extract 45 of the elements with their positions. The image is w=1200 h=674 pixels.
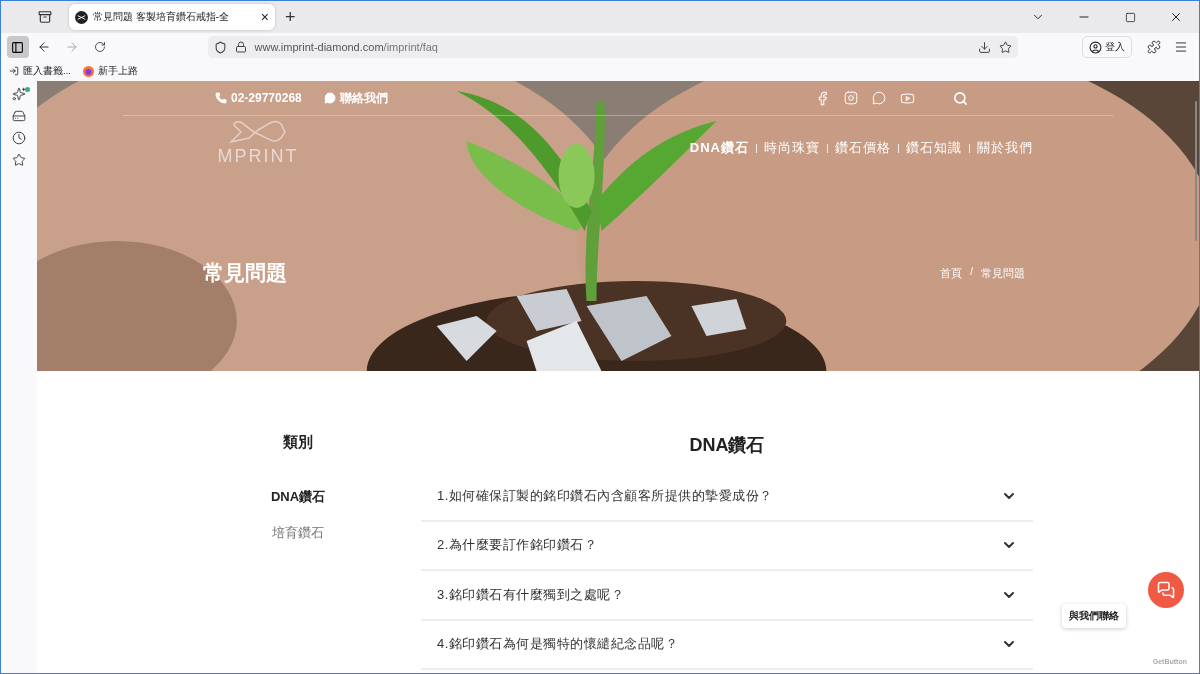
close-icon[interactable] <box>1169 10 1183 24</box>
faq-item[interactable]: 1.如何確保訂製的銘印鑽石內含顧客所提供的摯愛成份？ <box>421 472 1033 522</box>
address-bar[interactable]: www.imprint-diamond.com/imprint/faq <box>207 36 1018 58</box>
tab-title: 常見問題 客製培育鑽石戒指-全 <box>93 10 231 24</box>
sign-in-button[interactable]: 登入 <box>1081 36 1132 58</box>
chat-button[interactable] <box>1148 572 1184 608</box>
breadcrumb-separator: / <box>970 265 973 279</box>
back-icon[interactable] <box>37 40 52 54</box>
site-favicon <box>75 10 88 24</box>
phone-icon <box>215 92 227 104</box>
shield-icon[interactable] <box>213 40 227 54</box>
tab-close-button[interactable]: × <box>260 9 269 25</box>
lock-icon <box>234 41 247 53</box>
new-tab-button[interactable]: + <box>285 6 296 28</box>
faq-item[interactable]: 2.為什麼要訂作銘印鑽石？ <box>421 521 1033 571</box>
notification-dot <box>25 87 30 92</box>
drive-icon[interactable] <box>12 109 26 123</box>
browser-logo-icon <box>82 65 94 77</box>
menu-icon[interactable] <box>1174 40 1189 54</box>
faq-item[interactable]: 3.銘印鑽石有什麼獨到之處呢？ <box>421 571 1033 621</box>
page-title: 常見問題 <box>203 260 287 286</box>
browser-tab[interactable]: 常見問題 客製培育鑽石戒指-全 × <box>69 4 275 30</box>
bookmark-star-icon[interactable] <box>998 40 1012 54</box>
bookmarks-icon[interactable] <box>12 153 26 167</box>
bookmark-item[interactable]: 新手上路 <box>82 64 138 78</box>
sidebar-toggle-button[interactable] <box>7 36 29 58</box>
speech-bubble-icon <box>323 92 336 104</box>
category-link[interactable]: 培育鑽石 <box>272 524 324 542</box>
account-icon <box>1088 40 1102 54</box>
tab-overview-icon[interactable] <box>38 10 52 24</box>
faq-item[interactable]: 4.銘印鑽石為何是獨特的懷繾紀念品呢？ <box>421 620 1033 670</box>
history-icon[interactable] <box>12 131 26 145</box>
category-link[interactable]: DNA鑽石 <box>270 488 326 506</box>
extensions-icon[interactable] <box>1146 40 1161 54</box>
ai-sparkle-icon[interactable] <box>12 87 26 101</box>
faq-heading: DNA鑽石 <box>688 434 766 457</box>
download-page-icon[interactable] <box>977 40 991 54</box>
maximize-icon[interactable] <box>1124 11 1136 23</box>
chat-icon <box>1157 581 1175 599</box>
import-icon <box>9 66 19 76</box>
category-heading: 類別 <box>283 433 313 452</box>
chat-tooltip: 與我們聯絡 <box>1062 604 1126 628</box>
bookmark-item[interactable]: 匯入書籤... <box>9 64 71 78</box>
reload-icon[interactable] <box>93 41 106 53</box>
sidebar-icon <box>11 40 25 54</box>
